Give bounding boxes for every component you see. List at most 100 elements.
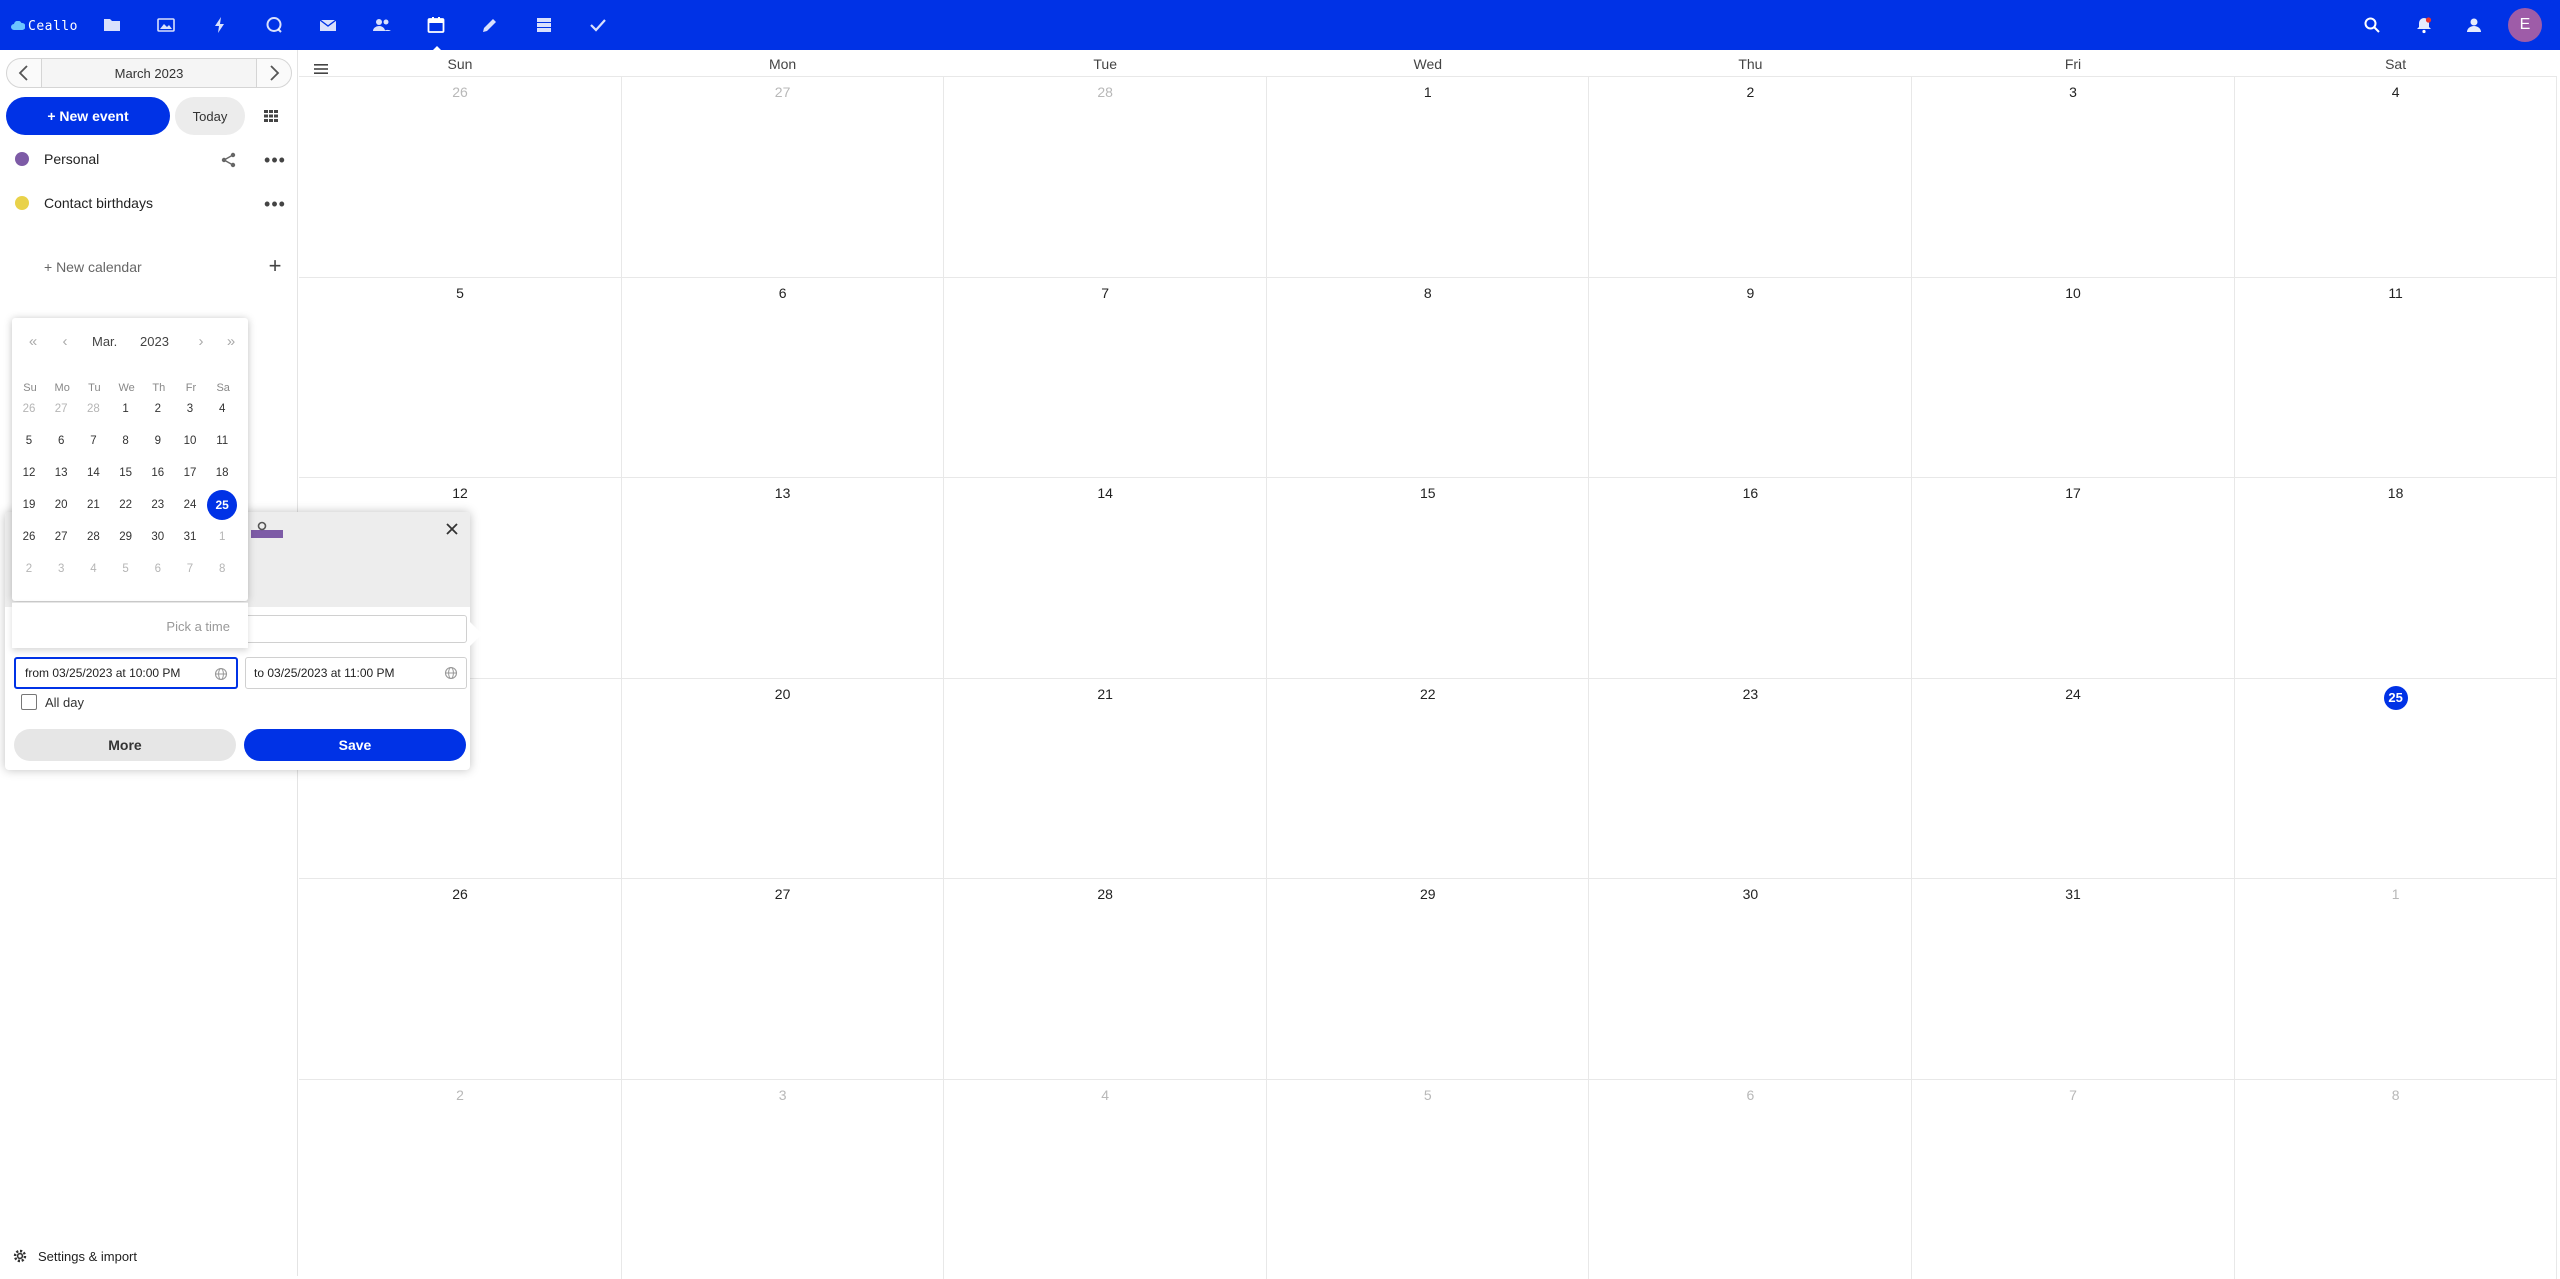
date-picker-day[interactable]: 4	[78, 554, 108, 584]
checkbox-box[interactable]	[21, 694, 37, 710]
day-number[interactable]: 3	[1912, 84, 2234, 100]
day-cell[interactable]	[944, 1079, 1267, 1279]
day-number[interactable]: 13	[622, 485, 944, 501]
date-picker-year[interactable]: 2023	[140, 332, 169, 352]
day-cell[interactable]	[1912, 477, 2235, 678]
calendar-actions-button[interactable]: •••	[264, 195, 286, 213]
day-number[interactable]: 5	[299, 285, 621, 301]
date-picker-day[interactable]: 13	[46, 458, 76, 488]
mail-app-icon[interactable]	[315, 12, 341, 38]
contacts-menu-button[interactable]	[2462, 13, 2486, 37]
date-picker-day[interactable]: 1	[111, 394, 141, 424]
day-number[interactable]: 20	[622, 686, 944, 702]
day-cell[interactable]	[944, 477, 1267, 678]
day-cell[interactable]	[1267, 477, 1590, 678]
date-picker-day[interactable]: 15	[111, 458, 141, 488]
contacts-app-icon[interactable]	[369, 12, 395, 38]
day-number[interactable]: 17	[1912, 485, 2234, 501]
day-cell[interactable]	[299, 878, 622, 1079]
day-cell[interactable]	[1267, 678, 1590, 879]
day-cell[interactable]	[1912, 678, 2235, 879]
day-number[interactable]: 6	[622, 285, 944, 301]
current-month-label[interactable]: March 2023	[42, 58, 256, 88]
today-day-number[interactable]: 25	[2384, 686, 2408, 710]
date-picker-day[interactable]: 2	[143, 394, 173, 424]
date-picker-day[interactable]: 14	[78, 458, 108, 488]
date-picker-day[interactable]: 3	[46, 554, 76, 584]
add-calendar-plus-icon[interactable]: +	[264, 255, 286, 277]
day-number[interactable]: 28	[944, 886, 1266, 902]
day-cell[interactable]	[1589, 1079, 1912, 1279]
next-year-button[interactable]: »	[222, 332, 240, 352]
search-button[interactable]	[2360, 13, 2384, 37]
next-month-button[interactable]	[256, 58, 292, 88]
new-calendar-button[interactable]: + New calendar	[44, 259, 142, 275]
day-number[interactable]: 24	[1912, 686, 2234, 702]
day-number[interactable]: 18	[2235, 485, 2557, 501]
save-button[interactable]: Save	[244, 729, 466, 761]
deck-app-icon[interactable]	[531, 12, 557, 38]
previous-month-button[interactable]	[6, 58, 42, 88]
date-picker-day[interactable]: 5	[14, 426, 44, 456]
previous-year-button[interactable]: «	[24, 332, 42, 352]
date-picker-day[interactable]: 26	[14, 522, 44, 552]
day-number[interactable]: 27	[622, 84, 944, 100]
next-month-button[interactable]: ›	[192, 332, 210, 352]
day-cell[interactable]	[1267, 76, 1590, 277]
day-number[interactable]: 3	[622, 1087, 944, 1103]
day-number[interactable]: 14	[944, 485, 1266, 501]
day-cell[interactable]	[622, 477, 945, 678]
day-number[interactable]: 1	[1267, 84, 1589, 100]
day-number[interactable]: 23	[1589, 686, 1911, 702]
date-picker-day[interactable]: 11	[207, 426, 237, 456]
date-picker-month[interactable]: Mar.	[92, 332, 117, 352]
day-cell[interactable]	[622, 878, 945, 1079]
date-picker-day[interactable]: 12	[14, 458, 44, 488]
notifications-button[interactable]	[2412, 13, 2436, 37]
activity-app-icon[interactable]	[207, 12, 233, 38]
date-picker-day[interactable]: 22	[111, 490, 141, 520]
date-picker-day[interactable]: 8	[111, 426, 141, 456]
date-picker-day[interactable]: 27	[46, 522, 76, 552]
date-picker-day[interactable]: 26	[14, 394, 44, 424]
event-start-input[interactable]: from 03/25/2023 at 10:00 PM	[14, 657, 238, 689]
date-picker-day[interactable]: 31	[175, 522, 205, 552]
day-number[interactable]: 2	[1589, 84, 1911, 100]
day-number[interactable]: 1	[2235, 886, 2557, 902]
date-picker-day[interactable]: 4	[207, 394, 237, 424]
date-picker-day[interactable]: 20	[46, 490, 76, 520]
user-avatar[interactable]: E	[2508, 8, 2542, 42]
day-number[interactable]: 2	[299, 1087, 621, 1103]
date-picker-day[interactable]: 25	[207, 490, 237, 520]
day-number[interactable]: 5	[1267, 1087, 1589, 1103]
files-app-icon[interactable]	[99, 12, 125, 38]
day-cell[interactable]	[622, 1079, 945, 1279]
day-cell[interactable]	[1912, 277, 2235, 478]
date-picker-day[interactable]: 5	[111, 554, 141, 584]
app-logo[interactable]: Ceallo	[11, 18, 78, 34]
day-cell[interactable]	[2235, 76, 2558, 277]
close-button[interactable]	[441, 518, 463, 540]
date-picker-day[interactable]: 30	[143, 522, 173, 552]
day-cell[interactable]	[1589, 76, 1912, 277]
date-picker-day[interactable]: 6	[143, 554, 173, 584]
date-picker-day[interactable]: 17	[175, 458, 205, 488]
event-end-input[interactable]: to 03/25/2023 at 11:00 PM	[245, 657, 467, 689]
day-cell[interactable]	[1589, 277, 1912, 478]
day-cell[interactable]	[299, 1079, 622, 1279]
day-cell[interactable]	[944, 76, 1267, 277]
day-cell[interactable]	[1912, 76, 2235, 277]
day-cell[interactable]	[622, 678, 945, 879]
day-cell[interactable]	[622, 76, 945, 277]
more-button[interactable]: More	[14, 729, 236, 761]
day-number[interactable]: 28	[944, 84, 1266, 100]
day-number[interactable]: 4	[2235, 84, 2557, 100]
day-number[interactable]: 21	[944, 686, 1266, 702]
day-number[interactable]: 31	[1912, 886, 2234, 902]
today-button[interactable]: Today	[175, 97, 245, 135]
date-picker-day[interactable]: 19	[14, 490, 44, 520]
day-number[interactable]: 10	[1912, 285, 2234, 301]
day-number[interactable]: 7	[944, 285, 1266, 301]
date-picker-day[interactable]: 3	[175, 394, 205, 424]
date-picker-day[interactable]: 28	[78, 394, 108, 424]
